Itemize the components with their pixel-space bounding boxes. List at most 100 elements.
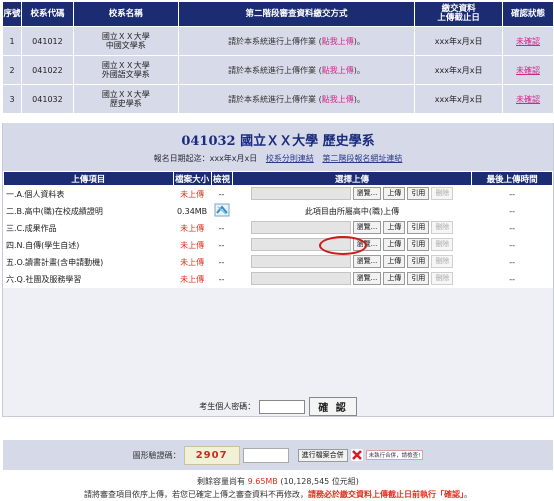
file-path-field[interactable]	[250, 186, 351, 200]
item-name: 五.O.讀書計畫(含申請動機)	[3, 253, 174, 271]
item-name: 四.N.自傳(學生自述)	[3, 236, 174, 254]
password-input[interactable]	[259, 399, 306, 414]
cite-button[interactable]: 引用	[407, 237, 430, 251]
item-last-time: --	[471, 236, 553, 254]
upload-link[interactable]: 點我上傳	[322, 66, 354, 75]
table-row: 3 041032 國立ＸＸ大學 歷史學系 請於本系統進行上傳作業 (點我上傳)。 …	[2, 84, 554, 114]
status-link[interactable]: 未確認	[516, 66, 540, 75]
instruction-line: 請將審查項目依序上傳，若您已確定上傳之審查資料不再修改，請務必於繳交資料上傳截止…	[3, 488, 553, 501]
row-code: 041012	[20, 26, 74, 56]
row-status[interactable]: 未確認	[502, 26, 554, 56]
captcha-bar: 圖形驗證碼： 2907 進行檔案合併 未執行合併，請檢查!	[3, 440, 553, 470]
notice-suffix: )。	[353, 65, 365, 75]
upload-button[interactable]: 上傳	[383, 186, 406, 200]
upload-row: 四.N.自傳(學生自述) 未上傳 -- 瀏覽... 上傳 引用 刪除 --	[3, 236, 553, 254]
col-header-status: 確認狀態	[502, 1, 554, 27]
col-header-name: 校系名稱	[72, 1, 179, 27]
browse-button[interactable]: 瀏覽...	[352, 254, 382, 268]
item-select: 瀏覽... 上傳 引用 刪除	[231, 219, 473, 237]
delete-button[interactable]: 刪除	[431, 237, 454, 251]
panel-subtitle: 報名日期起迄：xxx年x月x日 校系分則連結 第二階段報名網址連結	[3, 153, 553, 164]
file-path-field[interactable]	[250, 254, 351, 268]
row-name: 國立ＸＸ大學 外國語文學系	[72, 55, 179, 85]
confirm-button[interactable]: 確 認	[309, 397, 357, 416]
col-header-size: 檔案大小	[172, 171, 212, 186]
item-size: 未上傳	[172, 253, 212, 271]
merge-note: 未執行合併，請檢查!	[365, 450, 424, 460]
highlight-circle	[319, 236, 367, 255]
instruction-warning: 請務必於繳交資料上傳截止日前執行「確認」	[308, 490, 464, 499]
upload-row: 一.A.個人資料表 未上傳 -- 瀏覽... 上傳 引用 刪除 --	[3, 185, 553, 203]
notice-text: 請於本系統進行上傳作業 (	[228, 65, 322, 75]
upload-link[interactable]: 點我上傳	[322, 37, 354, 46]
row-notice: 請於本系統進行上傳作業 (點我上傳)。	[177, 55, 416, 85]
cite-button[interactable]: 引用	[407, 271, 430, 285]
notice-suffix: )。	[353, 94, 365, 104]
dept-rules-link[interactable]: 校系分則連結	[266, 154, 314, 163]
item-name: 六.Q.社團及服務學習	[3, 270, 174, 288]
notice-suffix: )。	[353, 36, 365, 46]
delete-button[interactable]: 刪除	[431, 220, 454, 234]
item-last-time: --	[471, 185, 553, 203]
upload-panel: 041032 國立ＸＸ大學 歷史學系 報名日期起迄：xxx年x月x日 校系分則連…	[2, 123, 554, 499]
col-header-view: 檢視	[210, 171, 233, 186]
capacity-bytes: (10,128,545 位元組)	[280, 477, 359, 486]
upload-items-table: 上傳項目 檔案大小 檢視 選擇上傳 最後上傳時間 一.A.個人資料表 未上傳 -…	[3, 171, 553, 288]
cite-button[interactable]: 引用	[407, 186, 430, 200]
captcha-label: 圖形驗證碼：	[132, 450, 181, 460]
row-deadline: xxx年x月x日	[414, 26, 504, 56]
browse-button[interactable]: 瀏覽...	[352, 186, 382, 200]
upload-button[interactable]: 上傳	[383, 220, 406, 234]
status-link[interactable]: 未確認	[516, 37, 540, 46]
upload-header-row: 上傳項目 檔案大小 檢視 選擇上傳 最後上傳時間	[3, 171, 553, 186]
row-no: 3	[2, 84, 22, 114]
captcha-input[interactable]	[242, 447, 289, 463]
item-view: --	[210, 270, 233, 288]
item-size: 未上傳	[172, 236, 212, 254]
item-last-time: --	[471, 219, 553, 237]
footer-info: 剩餘容量尚有 9.65MB (10,128,545 位元組) 請將審查項目依序上…	[3, 475, 553, 501]
delete-button[interactable]: 刪除	[431, 186, 454, 200]
item-select: 瀏覽... 上傳 引用 刪除	[231, 270, 473, 288]
status-link[interactable]: 未確認	[516, 95, 540, 104]
item-view: --	[210, 219, 233, 237]
item-size: 未上傳	[172, 270, 212, 288]
row-notice: 請於本系統進行上傳作業 (點我上傳)。	[177, 26, 416, 56]
file-path-field[interactable]	[250, 271, 351, 285]
browse-button[interactable]: 瀏覽...	[352, 271, 382, 285]
delete-button[interactable]: 刪除	[431, 271, 454, 285]
capacity-prefix: 剩餘容量尚有	[197, 477, 246, 486]
item-view[interactable]	[210, 202, 233, 220]
col-header-deadline: 繳交資料 上傳截止日	[414, 1, 504, 27]
item-size: 未上傳	[172, 219, 212, 237]
item-view: --	[210, 253, 233, 271]
stage2-url-link[interactable]: 第二階段報名網址連結	[322, 154, 402, 163]
instruction-end: 。	[464, 490, 472, 499]
cite-button[interactable]: 引用	[407, 254, 430, 268]
item-size: 未上傳	[172, 185, 212, 203]
browse-button[interactable]: 瀏覽...	[352, 220, 382, 234]
delete-button[interactable]: 刪除	[431, 254, 454, 268]
upload-link[interactable]: 點我上傳	[322, 95, 354, 104]
upload-button[interactable]: 上傳	[383, 271, 406, 285]
notice-text: 請於本系統進行上傳作業 (	[228, 94, 322, 104]
table-header-row: 序號 校系代碼 校系名稱 第二階段審查資料繳交方式 繳交資料 上傳截止日 確認狀態	[2, 1, 554, 27]
row-status[interactable]: 未確認	[502, 84, 554, 114]
upload-button[interactable]: 上傳	[383, 254, 406, 268]
notice-text: 請於本系統進行上傳作業 (	[228, 36, 322, 46]
row-code: 041022	[20, 55, 74, 85]
capacity-line: 剩餘容量尚有 9.65MB (10,128,545 位元組)	[3, 475, 553, 488]
row-code: 041032	[20, 84, 74, 114]
item-view: --	[210, 236, 233, 254]
apply-status-table: 序號 校系代碼 校系名稱 第二階段審查資料繳交方式 繳交資料 上傳截止日 確認狀態…	[2, 1, 554, 114]
apply-date-range: 報名日期起迄：xxx年x月x日	[153, 154, 258, 163]
instruction-text: 請將審查項目依序上傳，若您已確定上傳之審查資料不再修改，	[84, 490, 308, 499]
view-file-icon[interactable]	[214, 203, 230, 217]
upload-button[interactable]: 上傳	[383, 237, 406, 251]
row-status[interactable]: 未確認	[502, 55, 554, 85]
file-path-field[interactable]	[250, 220, 351, 234]
row-name: 國立ＸＸ大學 中國文學系	[72, 26, 179, 56]
cite-button[interactable]: 引用	[407, 220, 430, 234]
merge-files-button[interactable]: 進行檔案合併	[297, 448, 348, 462]
item-name: 二.B.高中(職)在校成績證明	[3, 202, 174, 220]
